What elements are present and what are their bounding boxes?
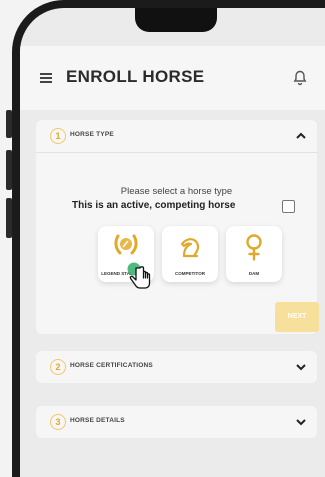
bell-icon[interactable] [293,70,307,86]
horse-type-option-competitor[interactable]: COMPETITOR [162,226,218,282]
page-title: ENROLL HORSE [66,67,205,86]
section-label: HORSE CERTIFICATIONS [70,362,153,369]
menu-icon[interactable] [40,73,52,83]
phone-notch [135,8,217,32]
section-horse-details[interactable]: 3 HORSE DETAILS [36,406,317,438]
app-bar: ENROLL HORSE [20,46,325,110]
section-header-horse-type[interactable]: 1 HORSE TYPE [36,120,317,152]
chevron-down-icon[interactable] [295,415,307,427]
section-horse-type: 1 HORSE TYPE Please select a horse type … [36,120,319,334]
step-number: 3 [50,414,66,430]
step-number: 2 [50,359,66,375]
chevron-down-icon[interactable] [295,360,307,372]
section-horse-certifications[interactable]: 2 HORSE CERTIFICATIONS [36,351,317,383]
active-horse-label: This is an active, competing horse [72,200,236,211]
phone-screen: ENROLL HORSE 1 HORSE TYPE Please select … [20,8,325,477]
phone-frame: ENROLL HORSE 1 HORSE TYPE Please select … [6,0,325,477]
chevron-up-icon[interactable] [295,129,307,141]
option-label: DAM [248,271,260,276]
divider [36,152,317,153]
horse-type-prompt: Please select a horse type [120,186,233,197]
section-label: HORSE TYPE [70,131,114,138]
next-button[interactable]: NEXT [275,302,319,332]
laurel-horse-icon [112,232,140,262]
step-number: 1 [50,128,66,144]
active-horse-checkbox[interactable] [282,200,295,213]
horse-head-icon [176,232,204,262]
phone-side-button [6,150,12,190]
phone-side-button [6,110,12,138]
section-label: HORSE DETAILS [70,417,125,424]
horse-type-option-dam[interactable]: DAM [226,226,282,282]
option-label: COMPETITOR [175,271,205,276]
female-symbol-icon [240,232,268,262]
hand-pointer-icon [124,260,154,294]
phone-side-button [6,198,12,238]
